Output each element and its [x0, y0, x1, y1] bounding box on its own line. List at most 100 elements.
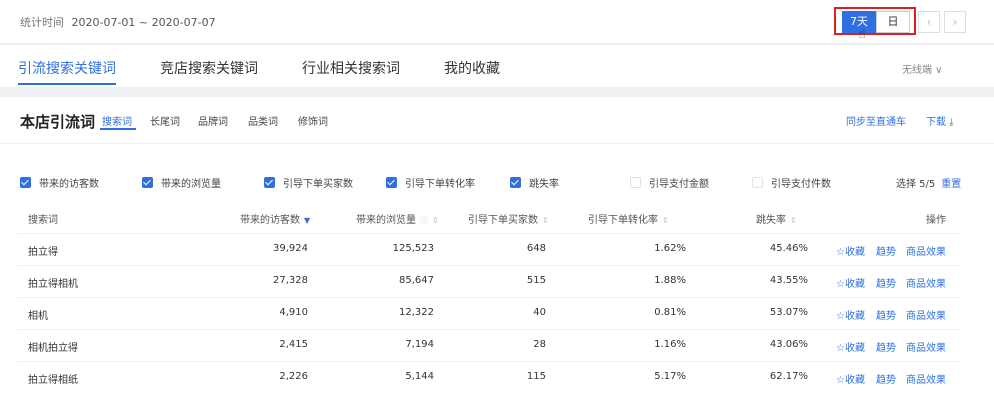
checkbox-unchecked-icon[interactable] [752, 177, 763, 188]
collect-link[interactable]: ☆收藏 [836, 307, 865, 322]
checkbox-checked-icon[interactable] [510, 177, 521, 188]
next-arrow-button[interactable]: › [944, 11, 966, 33]
cell-pageviews: 5,144 [405, 371, 434, 382]
cell-order-buyers: 115 [526, 371, 546, 382]
checkbox-checked-icon[interactable] [264, 177, 275, 188]
keyword-card: 本店引流词 搜索词 长尾词 品牌词 品类词 修饰词 同步至直通车 下载 ⤓ 带来… [0, 97, 994, 400]
tab-industry-keywords[interactable]: 行业相关搜索词 [302, 58, 400, 78]
table-row: 拍立得 39,924 125,523 648 1.62% 45.46% ☆收藏 … [18, 233, 960, 265]
cell-bounce-rate: 43.06% [769, 339, 808, 350]
device-select[interactable]: 无线端 ∨ [902, 61, 943, 76]
collect-link[interactable]: ☆收藏 [836, 275, 865, 290]
column-header-label: 引导下单买家数 [468, 215, 538, 226]
metric-label: 引导下单买家数 [283, 179, 353, 190]
cell-visitors: 39,924 [273, 243, 308, 254]
subtab-category[interactable]: 品类词 [248, 113, 278, 128]
column-header-pageviews[interactable]: 带来的浏览量 ⓘ ⇕ [356, 211, 439, 226]
cell-conversion: 1.88% [654, 275, 686, 286]
trend-link[interactable]: 趋势 [876, 275, 896, 290]
column-header-visitors[interactable]: 带来的访客数 ▼ [240, 211, 310, 226]
product-effect-link[interactable]: 商品效果 [906, 371, 946, 386]
product-effect-link[interactable]: 商品效果 [906, 307, 946, 322]
prev-arrow-button[interactable]: ‹ [918, 11, 940, 33]
cell-bounce-rate: 43.55% [769, 275, 808, 286]
checkbox-checked-icon[interactable] [142, 177, 153, 188]
cell-order-buyers: 648 [526, 243, 546, 254]
checkbox-unchecked-icon[interactable] [630, 177, 641, 188]
top-bar: 统计时间 2020-07-01 ~ 2020-07-07 7天 日 ☝ ‹ › [0, 0, 994, 44]
metric-label: 引导支付金额 [649, 179, 709, 190]
metric-order-conversion[interactable]: 引导下单转化率 [386, 175, 475, 190]
tab-competitor-keywords[interactable]: 竞店搜索关键词 [160, 58, 258, 78]
column-header-order-buyers[interactable]: 引导下单买家数 ⇕ [468, 211, 549, 226]
cell-bounce-rate: 45.46% [769, 243, 808, 254]
select-count-text: 选择 5/5 [896, 179, 936, 190]
download-link[interactable]: 下载 ⤓ [926, 113, 954, 128]
metric-label: 跳失率 [529, 179, 559, 190]
cell-keyword: 相机拍立得 [28, 343, 78, 354]
sync-to-express-link[interactable]: 同步至直通车 [846, 113, 906, 128]
sort-icon[interactable]: ⇕ [432, 216, 439, 225]
cell-visitors: 4,910 [279, 307, 308, 318]
subtab-brand[interactable]: 品牌词 [198, 113, 228, 128]
sort-desc-icon[interactable]: ▼ [304, 216, 310, 225]
checkbox-checked-icon[interactable] [386, 177, 397, 188]
metric-label: 引导下单转化率 [405, 179, 475, 190]
metric-pageviews[interactable]: 带来的浏览量 [142, 175, 221, 190]
page: 统计时间 2020-07-01 ~ 2020-07-07 7天 日 ☝ ‹ › … [0, 0, 994, 400]
metric-label: 带来的浏览量 [161, 179, 221, 190]
table-row: 拍立得相机 27,328 85,647 515 1.88% 43.55% ☆收藏… [18, 265, 960, 297]
collect-link[interactable]: ☆收藏 [836, 339, 865, 354]
sort-icon[interactable]: ⇕ [542, 216, 549, 225]
divider [0, 143, 994, 144]
collect-link[interactable]: ☆收藏 [836, 243, 865, 258]
reset-link[interactable]: 重置 [941, 179, 961, 190]
product-effect-link[interactable]: 商品效果 [906, 275, 946, 290]
column-header-bounce-rate[interactable]: 跳失率 ⇕ [756, 211, 797, 226]
column-header-conversion[interactable]: 引导下单转化率 ⇕ [588, 211, 669, 226]
trend-link[interactable]: 趋势 [876, 307, 896, 322]
subtab-modifier[interactable]: 修饰词 [298, 113, 328, 128]
metric-order-buyers[interactable]: 引导下单买家数 [264, 175, 353, 190]
cell-order-buyers: 40 [533, 307, 546, 318]
metric-visitors[interactable]: 带来的访客数 [20, 175, 99, 190]
trend-link[interactable]: 趋势 [876, 243, 896, 258]
product-effect-link[interactable]: 商品效果 [906, 339, 946, 354]
metric-label: 引导支付件数 [771, 179, 831, 190]
metric-payment-amount[interactable]: 引导支付金额 [630, 175, 709, 190]
cell-bounce-rate: 53.07% [769, 307, 808, 318]
checkbox-checked-icon[interactable] [20, 177, 31, 188]
cell-conversion: 0.81% [654, 307, 686, 318]
highlight-annotation [834, 7, 916, 35]
subtab-long-tail[interactable]: 长尾词 [150, 113, 180, 128]
cell-visitors: 2,226 [279, 371, 308, 382]
table-row: 相机拍立得 2,415 7,194 28 1.16% 43.06% ☆收藏 趋势… [18, 329, 960, 361]
card-title: 本店引流词 [20, 113, 96, 131]
cell-keyword: 拍立得相机 [28, 279, 78, 290]
table-row: 拍立得相纸 2,226 5,144 115 5.17% 62.17% ☆收藏 趋… [18, 361, 960, 393]
tab-traffic-keywords[interactable]: 引流搜索关键词 [18, 58, 116, 78]
sort-icon[interactable]: ⇕ [662, 216, 669, 225]
cell-conversion: 1.62% [654, 243, 686, 254]
trend-link[interactable]: 趋势 [876, 339, 896, 354]
column-header-label: 引导下单转化率 [588, 215, 658, 226]
tab-my-favorites[interactable]: 我的收藏 [444, 58, 500, 78]
cell-bounce-rate: 62.17% [769, 371, 808, 382]
cell-conversion: 1.16% [654, 339, 686, 350]
active-tab-underline [18, 83, 116, 85]
trend-link[interactable]: 趋势 [876, 371, 896, 386]
collect-link[interactable]: ☆收藏 [836, 371, 865, 386]
info-icon: ⓘ [420, 216, 428, 225]
column-header-label: 操作 [926, 215, 946, 226]
table-row: 相机 4,910 12,322 40 0.81% 53.07% ☆收藏 趋势 商… [18, 297, 960, 329]
active-subtab-underline [100, 128, 136, 130]
cell-visitors: 27,328 [273, 275, 308, 286]
metric-bounce-rate[interactable]: 跳失率 [510, 175, 559, 190]
cell-pageviews: 85,647 [399, 275, 434, 286]
sort-icon[interactable]: ⇕ [790, 216, 797, 225]
metric-payment-items[interactable]: 引导支付件数 [752, 175, 831, 190]
product-effect-link[interactable]: 商品效果 [906, 243, 946, 258]
subtab-search-words[interactable]: 搜索词 [102, 113, 132, 128]
cell-conversion: 5.17% [654, 371, 686, 382]
cell-keyword: 相机 [28, 311, 48, 322]
